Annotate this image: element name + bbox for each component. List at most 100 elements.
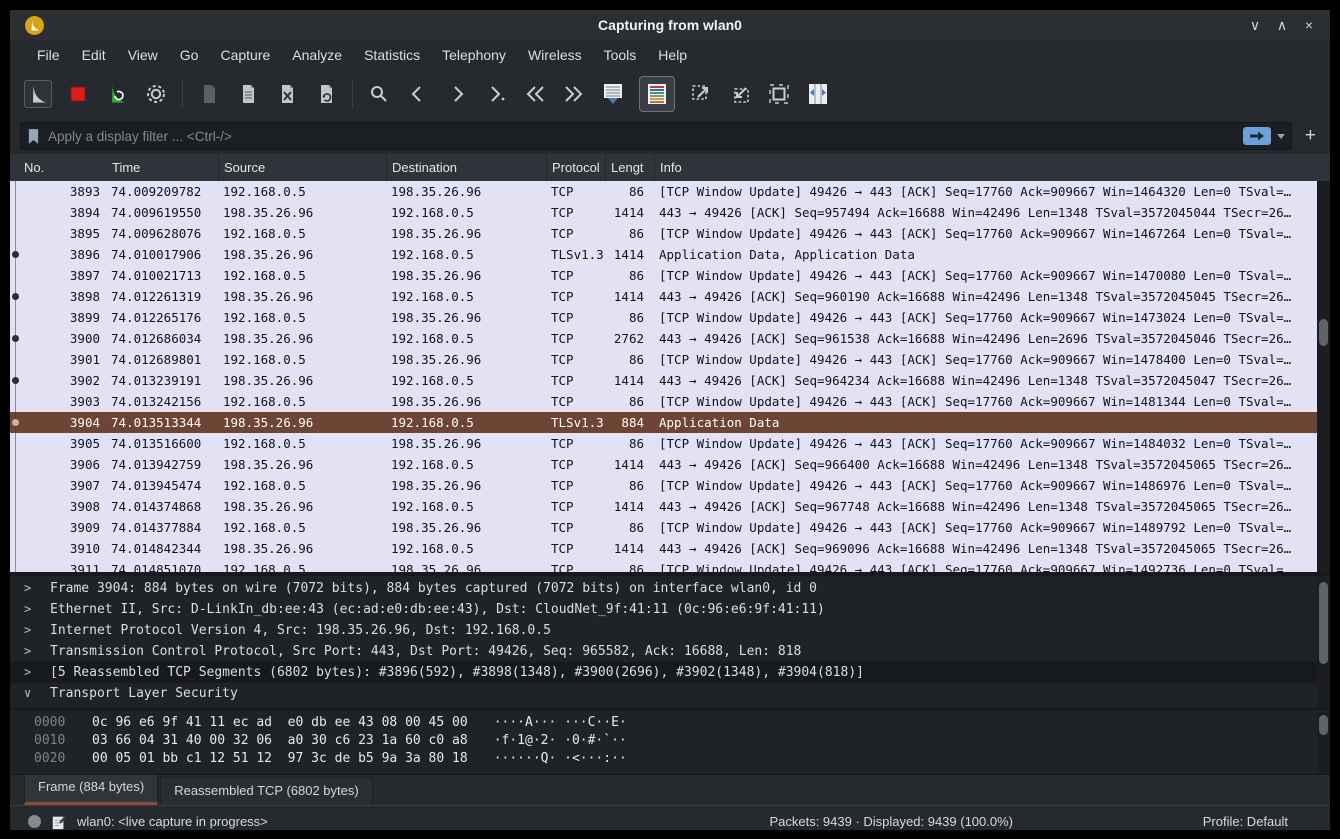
- packet-row[interactable]: 3906 74.013942759 198.35.26.96 192.168.0…: [10, 454, 1317, 475]
- packet-row[interactable]: 3901 74.012689801 192.168.0.5 198.35.26.…: [10, 349, 1317, 370]
- close-file-icon[interactable]: [274, 81, 300, 107]
- resize-columns-icon[interactable]: [805, 81, 831, 107]
- go-to-packet-icon[interactable]: [483, 81, 509, 107]
- menu-item-view[interactable]: View: [117, 40, 169, 70]
- save-file-icon[interactable]: [235, 81, 261, 107]
- column-header-no[interactable]: No.: [10, 154, 107, 181]
- normal-size-icon[interactable]: [766, 81, 792, 107]
- packet-row[interactable]: 3893 74.009209782 192.168.0.5 198.35.26.…: [10, 181, 1317, 202]
- display-filter-input[interactable]: [46, 127, 1237, 145]
- column-header-source[interactable]: Source: [219, 154, 387, 181]
- packet-row[interactable]: 3894 74.009619550 198.35.26.96 192.168.0…: [10, 202, 1317, 223]
- detail-tree-row[interactable]: > [5 Reassembled TCP Segments (6802 byte…: [10, 662, 1330, 683]
- packet-row[interactable]: 3905 74.013516600 192.168.0.5 198.35.26.…: [10, 433, 1317, 454]
- maximize-button[interactable]: ∧: [1273, 17, 1291, 34]
- scrollbar-thumb[interactable]: [1319, 715, 1328, 735]
- related-packet-gutter: [10, 559, 24, 572]
- packet-time: 74.012261319: [111, 289, 202, 304]
- packet-row[interactable]: 3902 74.013239191 198.35.26.96 192.168.0…: [10, 370, 1317, 391]
- packet-list-scrollbar[interactable]: [1317, 181, 1330, 572]
- packet-protocol: TCP: [551, 310, 574, 325]
- first-packet-icon[interactable]: [522, 81, 548, 107]
- menu-item-statistics[interactable]: Statistics: [353, 40, 431, 70]
- start-capture-icon[interactable]: [24, 80, 52, 108]
- menu-item-tools[interactable]: Tools: [593, 40, 648, 70]
- packet-row[interactable]: 3910 74.014842344 198.35.26.96 192.168.0…: [10, 538, 1317, 559]
- hex-offset: 0000: [34, 715, 66, 730]
- detail-tree-row[interactable]: > Frame 3904: 884 bytes on wire (7072 bi…: [10, 578, 1330, 599]
- menu-item-wireless[interactable]: Wireless: [517, 40, 593, 70]
- packet-no: 3894: [69, 205, 100, 220]
- display-filter-field[interactable]: [20, 122, 1292, 150]
- detail-tree-row[interactable]: > Ethernet II, Src: D-LinkIn_db:ee:43 (e…: [10, 599, 1330, 620]
- menu-item-telephony[interactable]: Telephony: [431, 40, 517, 70]
- detail-tree-row[interactable]: ∨ Transport Layer Security: [10, 683, 1330, 704]
- packet-row[interactable]: 3907 74.013945474 192.168.0.5 198.35.26.…: [10, 475, 1317, 496]
- close-button[interactable]: ×: [1300, 17, 1318, 34]
- packet-row[interactable]: 3908 74.014374868 198.35.26.96 192.168.0…: [10, 496, 1317, 517]
- bytes-scrollbar[interactable]: [1317, 712, 1330, 774]
- packet-row[interactable]: 3898 74.012261319 198.35.26.96 192.168.0…: [10, 286, 1317, 307]
- filter-dropdown-caret[interactable]: [1276, 133, 1285, 139]
- column-header-info[interactable]: Info: [655, 154, 1317, 181]
- expand-chevron-icon[interactable]: >: [24, 662, 38, 683]
- zoom-out-icon[interactable]: [727, 81, 753, 107]
- expand-chevron-icon[interactable]: >: [24, 599, 38, 620]
- packet-row[interactable]: 3895 74.009628076 192.168.0.5 198.35.26.…: [10, 223, 1317, 244]
- apply-filter-button[interactable]: [1242, 127, 1271, 145]
- reload-file-icon[interactable]: [313, 81, 339, 107]
- packet-row[interactable]: 3904 74.013513344 198.35.26.96 192.168.0…: [10, 412, 1317, 433]
- detail-tree-row[interactable]: > Internet Protocol Version 4, Src: 198.…: [10, 620, 1330, 641]
- expand-chevron-icon[interactable]: >: [24, 620, 38, 641]
- menu-item-analyze[interactable]: Analyze: [281, 40, 353, 70]
- scrollbar-thumb[interactable]: [1319, 319, 1328, 346]
- detail-tree-row[interactable]: > Transmission Control Protocol, Src Por…: [10, 641, 1330, 662]
- expand-chevron-icon[interactable]: >: [24, 641, 38, 662]
- hex-row[interactable]: 0010 03 66 04 31 40 00 32 06 a0 30 c6 23 …: [10, 732, 1330, 750]
- menu-item-go[interactable]: Go: [169, 40, 210, 70]
- packet-length: 1414: [613, 373, 644, 388]
- stop-capture-icon[interactable]: [65, 81, 91, 107]
- packet-row[interactable]: 3896 74.010017906 198.35.26.96 192.168.0…: [10, 244, 1317, 265]
- minimize-button[interactable]: ∨: [1246, 17, 1264, 34]
- bytes-tab[interactable]: Frame (884 bytes): [24, 774, 159, 805]
- menu-item-help[interactable]: Help: [647, 40, 698, 70]
- packet-info: 443 → 49426 [ACK] Seq=969096 Ack=16688 W…: [659, 541, 1292, 556]
- profile-text[interactable]: Profile: Default: [1013, 814, 1330, 829]
- details-scrollbar[interactable]: [1317, 578, 1330, 708]
- packet-row[interactable]: 3909 74.014377884 192.168.0.5 198.35.26.…: [10, 517, 1317, 538]
- capture-options-icon[interactable]: [143, 81, 169, 107]
- column-header-time[interactable]: Time: [107, 154, 219, 181]
- menu-item-file[interactable]: File: [26, 40, 71, 70]
- packet-length: 1414: [613, 289, 644, 304]
- packet-row[interactable]: 3903 74.013242156 192.168.0.5 198.35.26.…: [10, 391, 1317, 412]
- previous-packet-icon[interactable]: [405, 81, 431, 107]
- packet-row[interactable]: 3899 74.012265176 192.168.0.5 198.35.26.…: [10, 307, 1317, 328]
- column-header-length[interactable]: Lengt: [606, 154, 655, 181]
- expert-info-icon[interactable]: [28, 815, 41, 828]
- restart-capture-icon[interactable]: [104, 81, 130, 107]
- capture-comment-icon[interactable]: [51, 814, 67, 830]
- hex-row[interactable]: 0000 0c 96 e6 9f 41 11 ec ad e0 db ee 43 …: [10, 714, 1330, 732]
- auto-scroll-icon[interactable]: [600, 81, 626, 107]
- bookmark-icon[interactable]: [27, 128, 40, 145]
- expand-chevron-icon[interactable]: ∨: [24, 683, 38, 704]
- column-header-protocol[interactable]: Protocol: [547, 154, 606, 181]
- packet-source: 192.168.0.5: [223, 226, 306, 241]
- packet-row[interactable]: 3900 74.012686034 198.35.26.96 192.168.0…: [10, 328, 1317, 349]
- last-packet-icon[interactable]: [561, 81, 587, 107]
- zoom-in-icon[interactable]: [688, 81, 714, 107]
- menu-item-capture[interactable]: Capture: [209, 40, 281, 70]
- packet-row[interactable]: 3911 74.014851070 192.168.0.5 198.35.26.…: [10, 559, 1317, 572]
- next-packet-icon[interactable]: [444, 81, 470, 107]
- scrollbar-thumb[interactable]: [1319, 582, 1328, 664]
- find-packet-icon[interactable]: [366, 81, 392, 107]
- column-header-destination[interactable]: Destination: [387, 154, 547, 181]
- hex-row[interactable]: 0020 00 05 01 bb c1 12 51 12 97 3c de b5 …: [10, 750, 1330, 768]
- colorize-icon[interactable]: [639, 76, 675, 112]
- add-filter-button-plus[interactable]: +: [1299, 123, 1322, 149]
- expand-chevron-icon[interactable]: >: [24, 578, 38, 599]
- bytes-tab[interactable]: Reassembled TCP (6802 bytes): [160, 777, 373, 805]
- menu-item-edit[interactable]: Edit: [71, 40, 117, 70]
- packet-row[interactable]: 3897 74.010021713 192.168.0.5 198.35.26.…: [10, 265, 1317, 286]
